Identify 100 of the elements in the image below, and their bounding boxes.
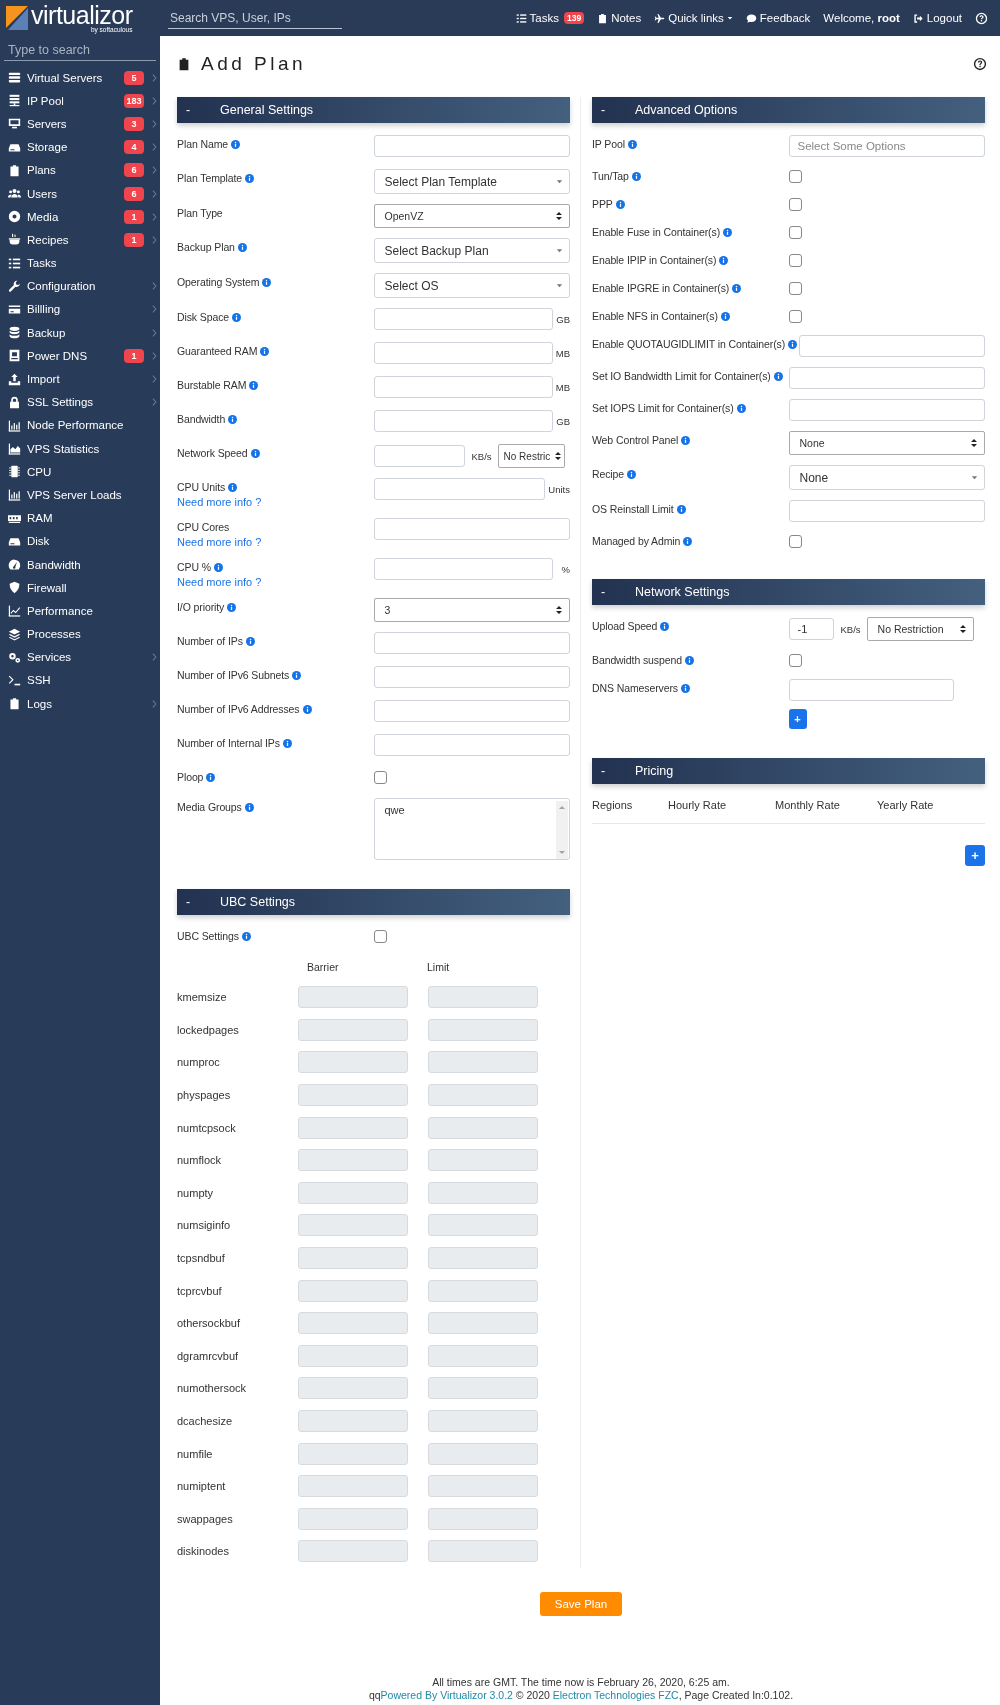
scrollbar[interactable]	[556, 801, 568, 859]
area-chart-icon	[8, 442, 21, 456]
input-field[interactable]	[788, 500, 985, 522]
sidebar-item[interactable]: VPS Server Loads	[0, 483, 160, 507]
dropdown[interactable]: No Restric	[497, 444, 565, 468]
section-title: Advanced Options	[635, 103, 738, 117]
input-field[interactable]	[373, 518, 570, 540]
checkbox[interactable]	[788, 535, 802, 548]
section-title: UBC Settings	[220, 895, 296, 909]
input-field[interactable]: Select Some Options	[788, 135, 985, 157]
sidebar-item[interactable]: IP Pool 183	[0, 89, 160, 113]
add-button[interactable]: +	[965, 845, 985, 866]
sidebar-item[interactable]: Recipes 1	[0, 228, 160, 252]
nav-link[interactable]: Logout	[912, 12, 962, 24]
dropdown[interactable]: None	[788, 465, 985, 490]
unit-label: MB	[555, 381, 570, 393]
input-field[interactable]: -1	[788, 618, 834, 640]
collapse-toggle[interactable]: -	[592, 103, 635, 117]
input-field[interactable]	[373, 666, 570, 688]
input-field[interactable]	[373, 445, 465, 467]
gauge-icon	[8, 558, 21, 572]
sidebar-item[interactable]: Node Performance	[0, 413, 160, 437]
sidebar-item[interactable]: RAM	[0, 506, 160, 530]
sidebar-item[interactable]: SSH	[0, 668, 160, 693]
dropdown[interactable]: 3	[373, 598, 570, 622]
field-label: lockedpages	[177, 1023, 240, 1036]
count-badge: 6	[124, 186, 144, 201]
input-field[interactable]	[373, 700, 570, 722]
search-field[interactable]: Search VPS, User, IPs	[168, 7, 342, 29]
input-field[interactable]	[373, 308, 553, 330]
help-icon[interactable]	[975, 11, 988, 25]
sidebar-item[interactable]: Power DNS 1	[0, 344, 160, 368]
nav-link[interactable]: Tasks 139	[515, 12, 585, 24]
add-button[interactable]: +	[788, 709, 807, 729]
checkbox[interactable]	[788, 310, 802, 323]
sidebar-item[interactable]: Virtual Servers 5	[0, 66, 160, 90]
sidebar-item[interactable]: Import	[0, 367, 160, 391]
sidebar-item[interactable]: Servers 3	[0, 112, 160, 136]
sidebar-item[interactable]: Disk	[0, 529, 160, 553]
checkbox[interactable]	[788, 226, 802, 239]
nav-link[interactable]: Notes	[597, 12, 642, 24]
dropdown[interactable]: None	[788, 431, 985, 455]
sidebar-item[interactable]: Media 1	[0, 205, 160, 229]
field-label: Number of Internal IPs	[177, 737, 280, 749]
input-field[interactable]	[373, 376, 553, 398]
input-field[interactable]	[373, 478, 546, 500]
database-icon	[8, 326, 21, 340]
sidebar-item[interactable]: SSL Settings	[0, 390, 160, 414]
sidebar-item[interactable]: Bandwidth	[0, 552, 160, 577]
collapse-toggle[interactable]: -	[177, 103, 220, 117]
sidebar-item[interactable]: Firewall	[0, 576, 160, 600]
sidebar-item[interactable]: CPU	[0, 460, 160, 484]
input-field[interactable]	[373, 410, 553, 432]
collapse-toggle[interactable]: -	[592, 764, 635, 778]
sidebar-item[interactable]: Backup	[0, 321, 160, 345]
input-field[interactable]	[788, 367, 985, 389]
collapse-toggle[interactable]: -	[177, 895, 220, 909]
collapse-toggle[interactable]: -	[592, 585, 635, 599]
dropdown[interactable]: Select Plan Template	[373, 169, 570, 194]
sidebar-item[interactable]: Services	[0, 645, 160, 669]
checkbox[interactable]	[788, 170, 802, 183]
nav-link[interactable]: Quick links	[654, 12, 733, 24]
footer-link[interactable]: Electron Technologies FZC	[552, 1689, 679, 1701]
text-area[interactable]: qwe	[373, 798, 570, 860]
dropdown[interactable]: No Restriction	[866, 617, 974, 641]
sidebar-item[interactable]: Plans 6	[0, 158, 160, 182]
input-field[interactable]	[373, 135, 570, 157]
input-field[interactable]	[373, 342, 553, 364]
dropdown[interactable]: OpenVZ	[373, 204, 570, 228]
checkbox[interactable]	[788, 654, 802, 667]
checkbox[interactable]	[373, 930, 387, 943]
search-field[interactable]: Type to search	[4, 40, 156, 61]
sidebar-item[interactable]: Performance	[0, 599, 160, 623]
dropdown[interactable]: Select Backup Plan	[373, 238, 570, 263]
checkbox[interactable]	[788, 198, 802, 211]
input-field[interactable]	[788, 679, 954, 701]
input-field[interactable]	[373, 558, 553, 580]
sidebar-item[interactable]: Configuration	[0, 274, 160, 298]
checkbox[interactable]	[788, 254, 802, 267]
sidebar-item[interactable]: Logs	[0, 692, 160, 716]
sidebar-item[interactable]: Users 6	[0, 181, 160, 206]
input-field[interactable]	[373, 734, 570, 756]
dropdown[interactable]: Select OS	[373, 273, 570, 298]
help-link[interactable]: Need more info ?	[177, 496, 372, 508]
field-label: Network Speed	[177, 447, 248, 459]
help-icon[interactable]	[973, 57, 987, 71]
sidebar-item[interactable]: VPS Statistics	[0, 437, 160, 461]
sidebar-item[interactable]: Billling	[0, 297, 160, 322]
input-field[interactable]	[373, 632, 570, 654]
nav-link[interactable]: Feedback	[745, 12, 811, 24]
footer-link[interactable]: Powered By Virtualizor 3.0.2	[380, 1689, 513, 1701]
input-field[interactable]	[799, 335, 985, 357]
sidebar-item[interactable]: Storage 4	[0, 135, 160, 159]
input-field[interactable]	[788, 399, 985, 421]
help-link[interactable]: Need more info ?	[177, 576, 372, 588]
sidebar-item[interactable]: Tasks	[0, 251, 160, 275]
sidebar-item[interactable]: Processes	[0, 622, 160, 646]
checkbox[interactable]	[788, 282, 802, 295]
help-link[interactable]: Need more info ?	[177, 536, 372, 548]
checkbox[interactable]	[373, 771, 387, 784]
